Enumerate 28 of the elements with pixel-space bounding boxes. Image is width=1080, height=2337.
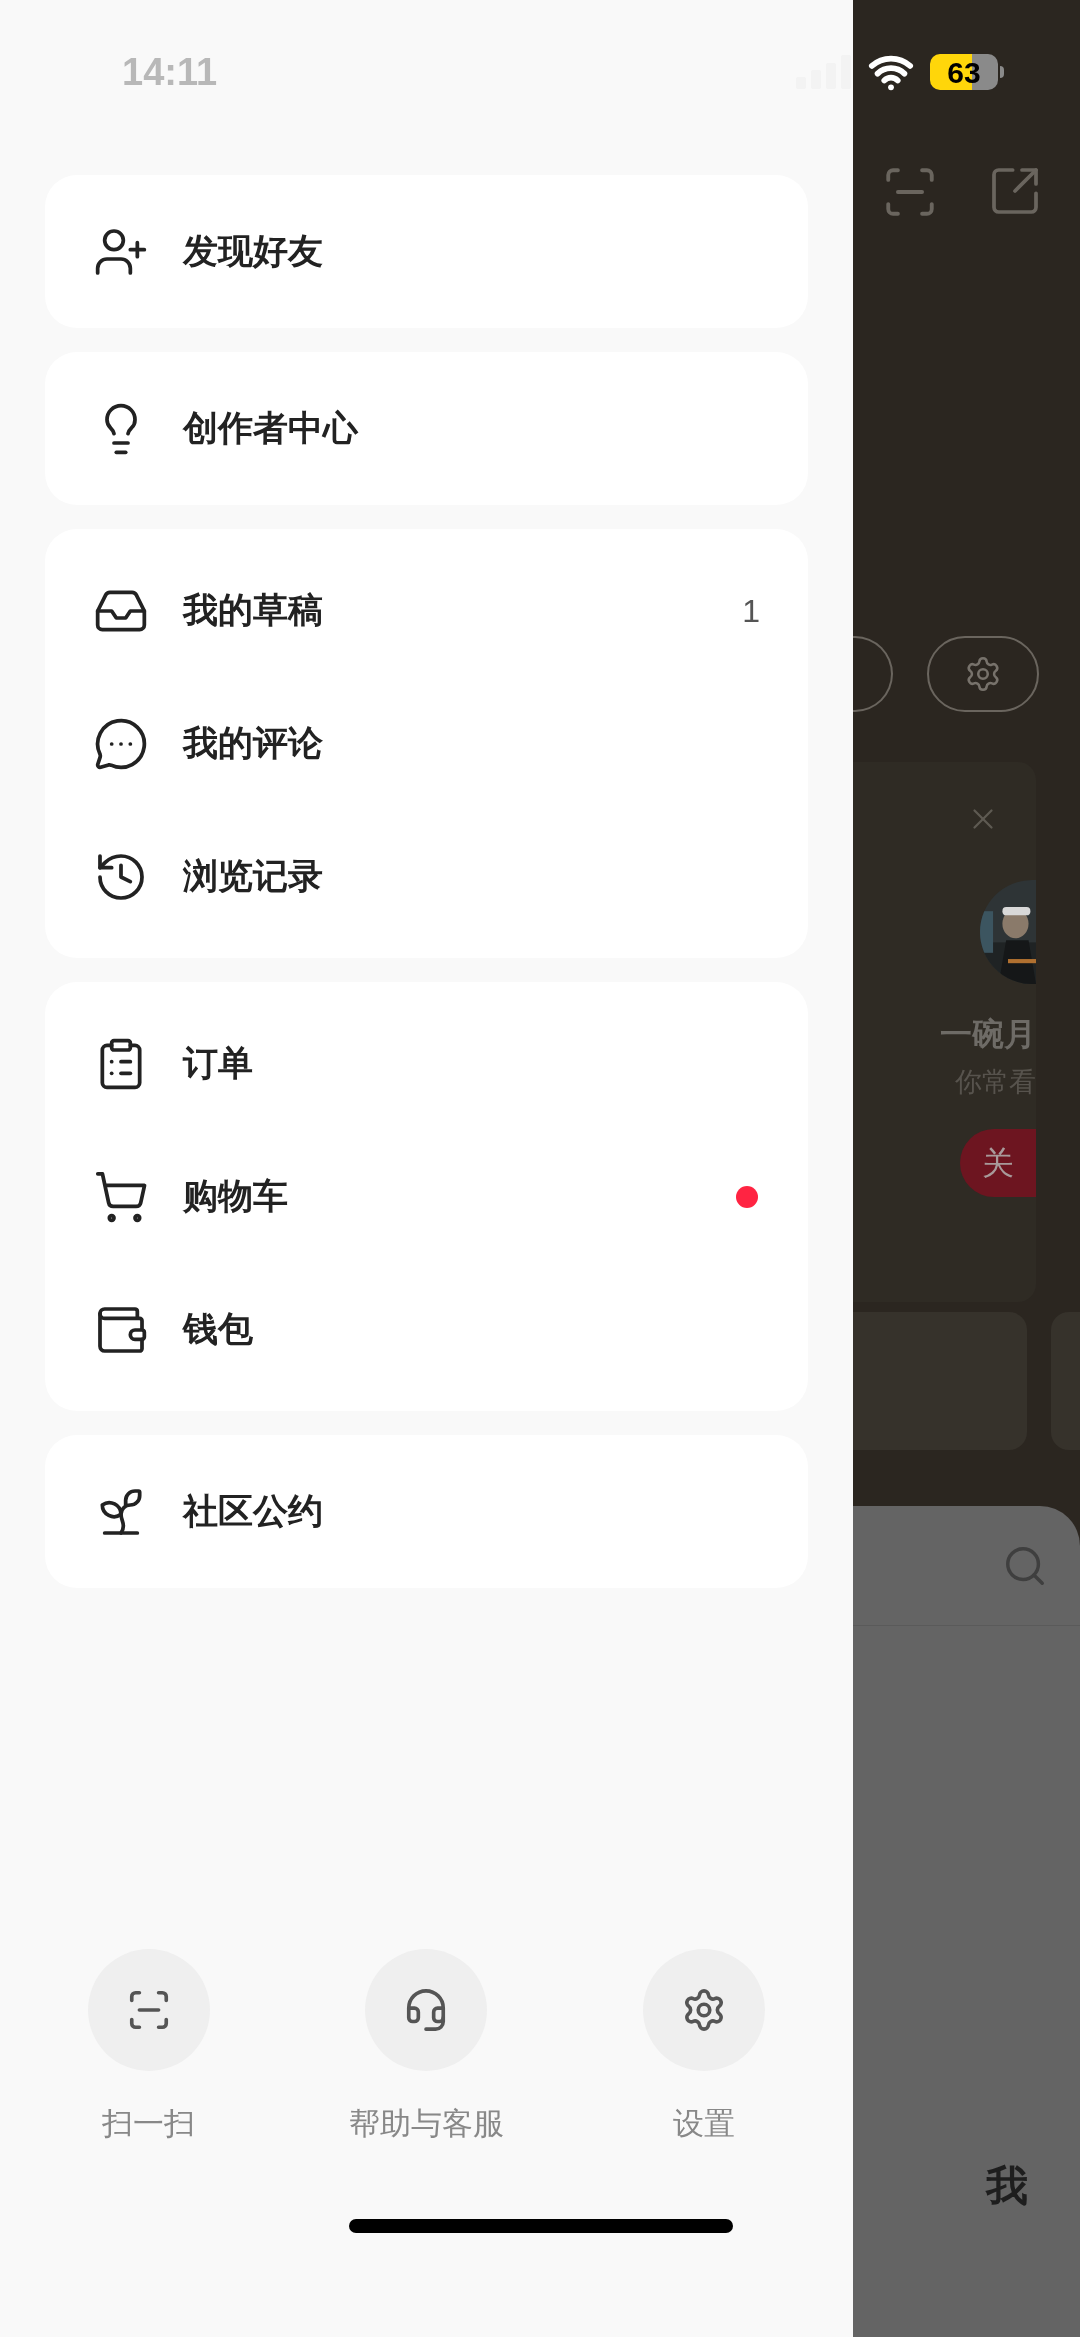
menu-item[interactable]: 创作者中心 [93, 362, 760, 495]
menu-label: 浏览记录 [183, 855, 324, 898]
menu-label: 钱包 [183, 1308, 254, 1351]
action-label: 设置 [673, 2104, 736, 2143]
menu-item[interactable]: 我的草稿 1 [93, 544, 760, 677]
menu-label: 订单 [183, 1042, 254, 1085]
menu-label: 创作者中心 [183, 407, 360, 450]
menu-item[interactable]: 购物车 [93, 1130, 760, 1263]
follow-button[interactable]: 关 [960, 1128, 1036, 1197]
action-label: 帮助与客服 [349, 2104, 504, 2143]
menu-item[interactable]: 发现好友 [93, 185, 760, 318]
menu-item[interactable]: 钱包 [93, 1263, 760, 1396]
battery-level: 63 [947, 54, 981, 91]
menu-item[interactable]: 我的评论 [93, 677, 760, 810]
menu-item[interactable]: 订单 [93, 997, 760, 1130]
menu-item[interactable]: 浏览记录 [93, 810, 760, 943]
menu-item[interactable]: 社区公约 [93, 1445, 760, 1578]
draft-count: 1 [742, 591, 760, 631]
user-name: 一碗月 [940, 1015, 1036, 1054]
settings-icon [964, 655, 1002, 693]
menu-label: 我的评论 [183, 722, 324, 765]
tab-label: 我 [986, 2161, 1028, 2211]
menu-label: 我的草稿 [183, 589, 324, 632]
menu-label: 购物车 [183, 1175, 289, 1218]
action-label: 扫一扫 [102, 2104, 196, 2143]
menu-label: 社区公约 [183, 1490, 324, 1533]
status-time: 14:11 [122, 49, 218, 95]
menu-label: 发现好友 [183, 230, 324, 273]
